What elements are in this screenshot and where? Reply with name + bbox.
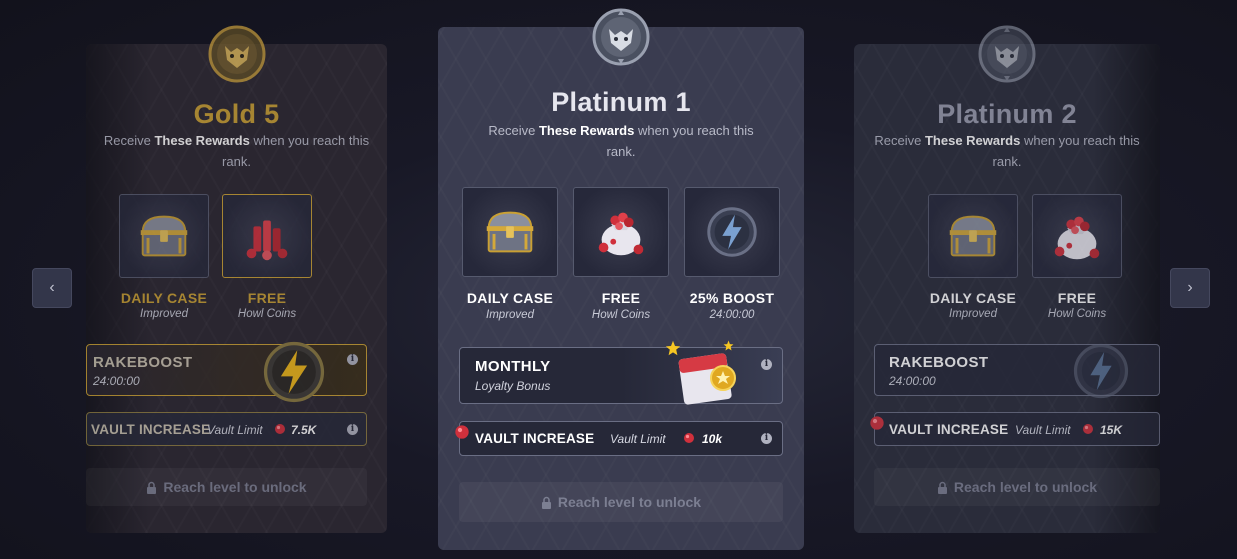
unlock-label: Reach level to unlock: [163, 479, 307, 495]
vault-limit-label: Vault Limit: [1015, 423, 1071, 437]
vault-limit-label: Vault Limit: [207, 423, 263, 437]
treasure-chest-icon: [942, 205, 1004, 267]
reward-note: Improved: [140, 308, 188, 320]
rank-card-gold-5: Gold 5 Receive These Rewards when you re…: [86, 44, 387, 533]
reward-boost[interactable]: [684, 187, 780, 277]
perk-title: RAKEBOOST: [889, 354, 989, 371]
lock-icon: [937, 481, 948, 494]
reward-label: FREE: [601, 290, 641, 306]
vault-increase-row: VAULT INCREASE Vault Limit 10k i: [459, 421, 783, 456]
rank-title: Gold 5: [193, 99, 280, 129]
unlock-label: Reach level to unlock: [953, 479, 1098, 495]
info-icon[interactable]: i: [347, 424, 358, 435]
lightning-coin-icon: [701, 201, 763, 263]
unlock-label: Reach level to unlock: [557, 494, 702, 510]
coin-gem-icon: [454, 424, 470, 440]
coin-gem-icon: [274, 423, 286, 435]
gold-rank-badge-icon: [207, 24, 267, 84]
reward-note: Howl Coins: [1047, 308, 1107, 320]
calendar-star-icon: [675, 346, 745, 406]
lock-icon: [541, 496, 552, 509]
chevron-right-icon: ›: [1187, 279, 1193, 296]
reward-label: DAILY CASE: [120, 290, 208, 306]
star-icon: [723, 340, 734, 351]
perk-title: MONTHLY: [475, 358, 551, 375]
reward-free-coins[interactable]: [1032, 194, 1122, 278]
reward-note: Howl Coins: [237, 308, 297, 320]
prev-button[interactable]: ‹: [32, 268, 72, 308]
reward-daily-case[interactable]: [928, 194, 1018, 278]
coin-bag-icon: [1046, 205, 1108, 267]
vault-label: VAULT INCREASE: [889, 422, 1009, 437]
rank-title: Platinum 2: [937, 99, 1077, 129]
perk-rakeboost: RAKEBOOST 24:00:00: [874, 344, 1160, 396]
reward-label: DAILY CASE: [466, 290, 554, 306]
coin-gem-icon: [869, 415, 885, 431]
perk-sub: 24:00:00: [889, 374, 936, 388]
lightning-coin-icon: [1067, 337, 1135, 405]
reward-label: DAILY CASE: [929, 290, 1017, 306]
perk-sub: Loyalty Bonus: [475, 379, 551, 393]
coin-bag-icon: [590, 201, 652, 263]
reward-note: Howl Coins: [591, 309, 651, 321]
vault-limit-label: Vault Limit: [610, 432, 666, 446]
reward-label: 25% BOOST: [689, 290, 775, 306]
reward-note: 24:00:00: [709, 309, 755, 321]
info-icon[interactable]: i: [761, 359, 772, 370]
treasure-chest-icon: [133, 205, 195, 267]
vault-increase-row: VAULT INCREASE Vault Limit 7.5K i: [86, 412, 367, 446]
rank-card-platinum-2: Platinum 2 Receive These Rewards when yo…: [854, 44, 1160, 533]
lightning-coin-icon: [259, 337, 329, 407]
unlock-button[interactable]: Reach level to unlock: [874, 468, 1160, 506]
coin-gem-icon: [1082, 423, 1094, 435]
rank-subtitle: Receive These Rewards when you reach thi…: [103, 133, 370, 169]
next-button[interactable]: ›: [1170, 268, 1210, 308]
rank-title: Platinum 1: [551, 87, 691, 117]
rank-subtitle: Receive These Rewards when you reach thi…: [488, 123, 754, 159]
reward-label: FREE: [1057, 290, 1097, 306]
unlock-button[interactable]: Reach level to unlock: [86, 468, 367, 506]
reward-free-coins[interactable]: [573, 187, 669, 277]
lock-icon: [146, 481, 157, 494]
coins-icon: [236, 205, 298, 267]
vault-increase-row: VAULT INCREASE Vault Limit 15K: [874, 412, 1160, 446]
reward-daily-case[interactable]: [119, 194, 209, 278]
reward-free-coins[interactable]: [222, 194, 312, 278]
perk-title: RAKEBOOST: [93, 354, 193, 371]
chevron-left-icon: ‹: [49, 279, 55, 296]
platinum-rank-badge-icon: [977, 24, 1037, 84]
unlock-button[interactable]: Reach level to unlock: [459, 482, 783, 522]
rank-card-platinum-1: Platinum 1 Receive These Rewards when yo…: [438, 27, 804, 550]
coin-gem-icon: [683, 432, 695, 444]
star-icon: [665, 340, 681, 356]
reward-daily-case[interactable]: [462, 187, 558, 277]
treasure-chest-icon: [479, 201, 541, 263]
vault-limit-value: 15K: [1100, 423, 1123, 437]
info-icon[interactable]: i: [347, 354, 358, 365]
perk-sub: 24:00:00: [93, 374, 140, 388]
perk-monthly-loyalty: MONTHLY Loyalty Bonus i: [459, 347, 783, 404]
rank-subtitle: Receive These Rewards when you reach thi…: [874, 133, 1140, 169]
perk-rakeboost: RAKEBOOST 24:00:00 i: [86, 344, 367, 396]
reward-label: FREE: [247, 290, 287, 306]
info-icon[interactable]: i: [761, 433, 772, 444]
reward-note: Improved: [949, 308, 997, 320]
vault-limit-value: 7.5K: [291, 423, 317, 437]
vault-label: VAULT INCREASE: [91, 422, 211, 437]
vault-limit-value: 10k: [702, 432, 723, 446]
platinum-rank-badge-icon: [591, 7, 651, 67]
reward-note: Improved: [486, 309, 534, 321]
vault-label: VAULT INCREASE: [475, 431, 595, 446]
